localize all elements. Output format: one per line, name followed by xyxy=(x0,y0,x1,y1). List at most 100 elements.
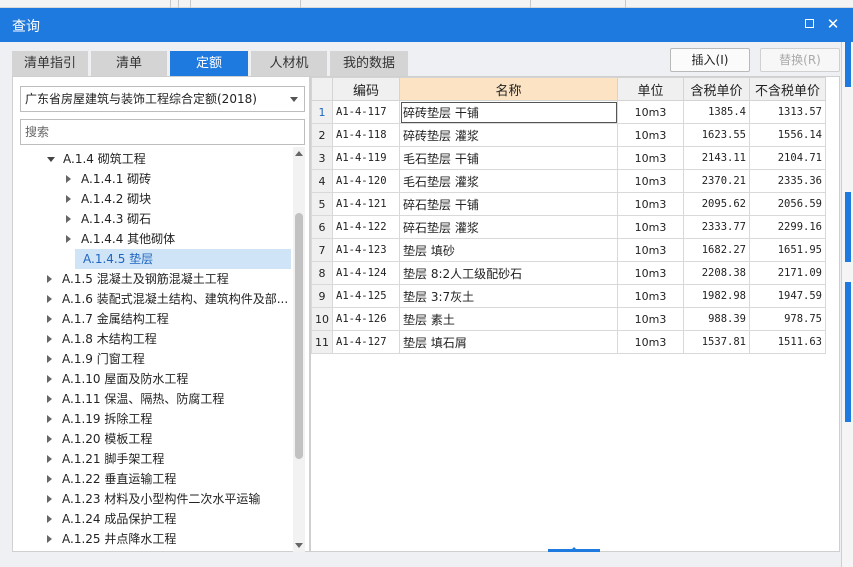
cell-tax-price[interactable]: 1623.55 xyxy=(683,123,750,147)
column-header-notax-price[interactable]: 不含税单价 xyxy=(749,77,826,101)
cell-code[interactable]: A1-4-126 xyxy=(332,307,400,331)
cell-name[interactable]: 碎石垫层 灌浆 xyxy=(399,215,618,239)
search-input[interactable] xyxy=(20,119,305,145)
scroll-up-icon[interactable] xyxy=(295,151,303,156)
tree-item-a1-24[interactable]: A.1.24 成品保护工程 xyxy=(47,509,176,529)
tree-item-a1-21[interactable]: A.1.21 脚手架工程 xyxy=(47,449,164,469)
cell-tax-price[interactable]: 2143.11 xyxy=(683,146,750,170)
tree-item-a1-25[interactable]: A.1.25 井点降水工程 xyxy=(47,529,176,549)
row-number[interactable]: 2 xyxy=(311,123,333,147)
cell-notax-price[interactable]: 2104.71 xyxy=(749,146,826,170)
column-header-name[interactable]: 名称 xyxy=(399,77,618,101)
row-number[interactable]: 6 xyxy=(311,215,333,239)
tree-item-a1-23[interactable]: A.1.23 材料及小型构件二次水平运输 xyxy=(47,489,260,509)
cell-notax-price[interactable]: 1947.59 xyxy=(749,284,826,308)
cell-unit[interactable]: 10m3 xyxy=(617,169,684,193)
scrollbar-thumb[interactable] xyxy=(295,213,303,459)
cell-unit[interactable]: 10m3 xyxy=(617,284,684,308)
cell-notax-price[interactable]: 1556.14 xyxy=(749,123,826,147)
cell-notax-price[interactable]: 1511.63 xyxy=(749,330,826,354)
cell-name[interactable]: 毛石垫层 灌浆 xyxy=(399,169,618,193)
cell-tax-price[interactable]: 1385.4 xyxy=(683,100,750,124)
cell-notax-price[interactable]: 2056.59 xyxy=(749,192,826,216)
cell-notax-price[interactable]: 978.75 xyxy=(749,307,826,331)
cell-code[interactable]: A1-4-120 xyxy=(332,169,400,193)
cell-tax-price[interactable]: 2333.77 xyxy=(683,215,750,239)
table-row[interactable]: 7 A1-4-123 垫层 填砂 10m3 1682.27 1651.95 xyxy=(311,238,826,262)
tree-item-a1-22[interactable]: A.1.22 垂直运输工程 xyxy=(47,469,176,489)
cell-name[interactable]: 垫层 填石屑 xyxy=(399,330,618,354)
cell-code[interactable]: A1-4-118 xyxy=(332,123,400,147)
cell-unit[interactable]: 10m3 xyxy=(617,238,684,262)
cell-code[interactable]: A1-4-117 xyxy=(332,100,400,124)
cell-name[interactable]: 垫层 8:2人工级配砂石 xyxy=(399,261,618,285)
cell-tax-price[interactable]: 988.39 xyxy=(683,307,750,331)
row-number[interactable]: 11 xyxy=(311,330,333,354)
cell-tax-price[interactable]: 2208.38 xyxy=(683,261,750,285)
table-row[interactable]: 10 A1-4-126 垫层 素土 10m3 988.39 978.75 xyxy=(311,307,826,331)
table-row[interactable]: 3 A1-4-119 毛石垫层 干铺 10m3 2143.11 2104.71 xyxy=(311,146,826,170)
tree-item-a1-8[interactable]: A.1.8 木结构工程 xyxy=(47,329,157,349)
table-row[interactable]: 5 A1-4-121 碎石垫层 干铺 10m3 2095.62 2056.59 xyxy=(311,192,826,216)
tree-item-a1-7[interactable]: A.1.7 金属结构工程 xyxy=(47,309,169,329)
tree-item-a1-10[interactable]: A.1.10 屋面及防水工程 xyxy=(47,369,188,389)
cell-name[interactable]: 碎砖垫层 干铺 xyxy=(399,100,618,124)
row-number[interactable]: 3 xyxy=(311,146,333,170)
table-row[interactable]: 2 A1-4-118 碎砖垫层 灌浆 10m3 1623.55 1556.14 xyxy=(311,123,826,147)
tab-bill[interactable]: 清单 xyxy=(91,51,167,76)
tree-item-a1-4[interactable]: A.1.4 砌筑工程 xyxy=(47,149,146,169)
cell-unit[interactable]: 10m3 xyxy=(617,123,684,147)
tree-item-a1-9[interactable]: A.1.9 门窗工程 xyxy=(47,349,145,369)
cell-unit[interactable]: 10m3 xyxy=(617,215,684,239)
cell-unit[interactable]: 10m3 xyxy=(617,261,684,285)
cell-tax-price[interactable]: 1682.27 xyxy=(683,238,750,262)
cell-name[interactable]: 垫层 3:7灰土 xyxy=(399,284,618,308)
tree-item-a1-4-3[interactable]: A.1.4.3 砌石 xyxy=(66,209,151,229)
cell-notax-price[interactable]: 2299.16 xyxy=(749,215,826,239)
cell-notax-price[interactable]: 2171.09 xyxy=(749,261,826,285)
column-header-code[interactable]: 编码 xyxy=(332,77,400,101)
cell-unit[interactable]: 10m3 xyxy=(617,100,684,124)
tree-item-a1-20[interactable]: A.1.20 模板工程 xyxy=(47,429,152,449)
cell-unit[interactable]: 10m3 xyxy=(617,330,684,354)
insert-button[interactable]: 插入(I) xyxy=(670,48,750,72)
table-row[interactable]: 6 A1-4-122 碎石垫层 灌浆 10m3 2333.77 2299.16 xyxy=(311,215,826,239)
cell-code[interactable]: A1-4-121 xyxy=(332,192,400,216)
tab-labor-material-machine[interactable]: 人材机 xyxy=(251,51,327,76)
tab-bill-guide[interactable]: 清单指引 xyxy=(12,51,88,76)
cell-name[interactable]: 垫层 素土 xyxy=(399,307,618,331)
cell-name[interactable]: 碎石垫层 干铺 xyxy=(399,192,618,216)
cell-code[interactable]: A1-4-124 xyxy=(332,261,400,285)
replace-button[interactable]: 替换(R) xyxy=(760,48,840,72)
tree-item-a1-4-1[interactable]: A.1.4.1 砌砖 xyxy=(66,169,151,189)
row-number[interactable]: 9 xyxy=(311,284,333,308)
tab-my-data[interactable]: 我的数据 xyxy=(330,51,408,76)
table-row[interactable]: 1 A1-4-117 碎砖垫层 干铺 10m3 1385.4 1313.57 xyxy=(311,100,826,124)
maximize-button[interactable] xyxy=(800,15,818,33)
cell-unit[interactable]: 10m3 xyxy=(617,192,684,216)
row-number[interactable]: 4 xyxy=(311,169,333,193)
cell-tax-price[interactable]: 1537.81 xyxy=(683,330,750,354)
column-header-tax-price[interactable]: 含税单价 xyxy=(683,77,750,101)
tree-item-a1-5[interactable]: A.1.5 混凝土及钢筋混凝土工程 xyxy=(47,269,229,289)
cell-tax-price[interactable]: 2095.62 xyxy=(683,192,750,216)
cell-tax-price[interactable]: 2370.21 xyxy=(683,169,750,193)
row-number[interactable]: 5 xyxy=(311,192,333,216)
row-number[interactable]: 1 xyxy=(311,100,333,124)
cell-name[interactable]: 毛石垫层 干铺 xyxy=(399,146,618,170)
cell-code[interactable]: A1-4-127 xyxy=(332,330,400,354)
cell-name[interactable]: 碎砖垫层 灌浆 xyxy=(399,123,618,147)
table-row[interactable]: 9 A1-4-125 垫层 3:7灰土 10m3 1982.98 1947.59 xyxy=(311,284,826,308)
cell-code[interactable]: A1-4-119 xyxy=(332,146,400,170)
tree-item-a1-4-4[interactable]: A.1.4.4 其他砌体 xyxy=(66,229,175,249)
cell-code[interactable]: A1-4-122 xyxy=(332,215,400,239)
close-button[interactable]: ✕ xyxy=(824,15,842,33)
tree-item-a1-19[interactable]: A.1.19 拆除工程 xyxy=(47,409,152,429)
row-number[interactable]: 8 xyxy=(311,261,333,285)
table-row[interactable]: 11 A1-4-127 垫层 填石屑 10m3 1537.81 1511.63 xyxy=(311,330,826,354)
cell-unit[interactable]: 10m3 xyxy=(617,146,684,170)
tab-quota[interactable]: 定额 xyxy=(170,51,248,76)
table-row[interactable]: 8 A1-4-124 垫层 8:2人工级配砂石 10m3 2208.38 2171.09 xyxy=(311,261,826,285)
cell-code[interactable]: A1-4-125 xyxy=(332,284,400,308)
tree-item-a1-6[interactable]: A.1.6 装配式混凝土结构、建筑构件及部... xyxy=(47,289,288,309)
